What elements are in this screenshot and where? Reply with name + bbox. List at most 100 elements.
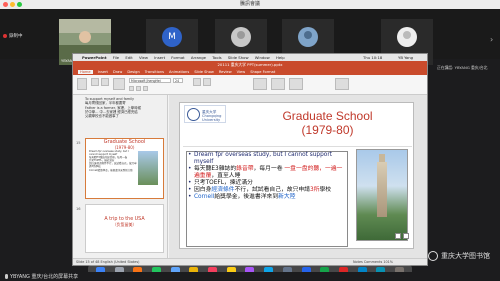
bullet-text: 不行，試試看自己，故只申請 bbox=[234, 187, 310, 193]
underline-button[interactable] bbox=[143, 86, 148, 91]
bullet-highlight: 新大陸 bbox=[278, 194, 296, 200]
menu-item[interactable]: File bbox=[113, 55, 119, 60]
outline-text: To support myself and family 每月寄錢回家，半年都要… bbox=[85, 97, 165, 118]
thumb-photo bbox=[138, 151, 158, 185]
shape-quick-actions bbox=[395, 233, 409, 239]
quick-styles-button[interactable] bbox=[289, 78, 303, 90]
tab-draw[interactable]: Draw bbox=[113, 70, 122, 74]
numbering-button[interactable] bbox=[203, 78, 211, 86]
menu-item[interactable]: Insert bbox=[154, 55, 165, 60]
bullet-item: 每天聽E3雜誌的錄音帶，每月一卷 一盘一盘的聽，一遍一遍重覆，直至人睡 bbox=[187, 166, 347, 180]
slide-title-line-1: Graduate School bbox=[282, 109, 373, 123]
bullet-item: 只考TOEFL，揀近滿分 bbox=[187, 180, 347, 187]
design-ideas-button[interactable] bbox=[335, 78, 349, 90]
thumb-bullet: Cornell給獎學金，後進書洋來到新大陸 bbox=[89, 168, 133, 172]
tab-insert[interactable]: Insert bbox=[98, 70, 108, 74]
menu-item[interactable]: PowerPoint bbox=[82, 55, 107, 60]
share-label: YBYANG 重庆/台北的屏幕共享 bbox=[10, 274, 79, 280]
recording-label: 錄制中 bbox=[9, 34, 23, 39]
font-size-field[interactable]: 24 bbox=[173, 78, 183, 83]
menu-item[interactable]: Format bbox=[171, 55, 184, 60]
minimize-window-button[interactable] bbox=[10, 2, 15, 7]
slide-thumbnail-pane: To support myself and family 每月寄錢回家，半年都要… bbox=[73, 95, 168, 258]
chevron-right-icon[interactable]: › bbox=[490, 35, 493, 44]
italic-button[interactable] bbox=[136, 86, 141, 91]
cut-icon[interactable] bbox=[91, 78, 99, 86]
document-title: 20111 重庆大学 PPT(summer).pptx bbox=[73, 61, 427, 68]
slide-title-line-2: (1979-80) bbox=[301, 123, 354, 137]
university-logo: 重庆大学 Chongqing University bbox=[184, 105, 226, 123]
avatar bbox=[298, 27, 318, 47]
bold-button[interactable] bbox=[129, 86, 134, 91]
bullet-highlight: Cornell bbox=[194, 194, 215, 200]
tab-animations[interactable]: Animations bbox=[169, 70, 189, 74]
menu-item[interactable]: Tools bbox=[212, 55, 221, 60]
menu-item[interactable]: View bbox=[139, 55, 148, 60]
participant-strip: 錄制中 YBYANG 重庆/台北 M Minshan Liu CQU wengu… bbox=[0, 9, 500, 65]
menu-item[interactable]: Arrange bbox=[191, 55, 206, 60]
slide-thumbnail[interactable]: A trip to the USA （负笈留美） bbox=[85, 204, 164, 253]
slide-canvas: 重庆大学 Chongqing University Graduate Schoo… bbox=[169, 95, 427, 258]
microphone-icon bbox=[5, 274, 8, 279]
divider bbox=[183, 146, 412, 147]
slide-number: 16 bbox=[76, 207, 81, 211]
bullet-text: ，每月一卷 bbox=[253, 166, 285, 172]
tab-home[interactable]: Home bbox=[78, 69, 93, 74]
ribbon-toolbar: Microsoft JhengHei 24 bbox=[73, 75, 427, 95]
format-brush-icon[interactable] bbox=[403, 233, 409, 239]
logo-text: 重庆大学 Chongqing University bbox=[202, 110, 221, 122]
copy-icon[interactable] bbox=[101, 78, 109, 86]
menu-item[interactable]: Help bbox=[276, 55, 285, 60]
bullet-text: ，直至人睡 bbox=[211, 173, 241, 179]
status-bar: Slide 15 of 48 English (United States) N… bbox=[73, 258, 427, 265]
shapes-button[interactable] bbox=[253, 78, 267, 90]
tab-design[interactable]: Design bbox=[127, 70, 139, 74]
record-dot-icon bbox=[3, 34, 7, 38]
avatar: M bbox=[162, 27, 182, 47]
recording-indicator[interactable]: 錄制中 bbox=[3, 33, 23, 39]
screen-share-bar: YBYANG 重庆/台北的屏幕共享 bbox=[0, 272, 500, 281]
avatar bbox=[397, 27, 417, 47]
tower-body bbox=[377, 162, 387, 217]
bullet-text: 只考TOEFL，揀近滿分 bbox=[194, 180, 253, 186]
current-slide[interactable]: 重庆大学 Chongqing University Graduate Schoo… bbox=[179, 102, 414, 249]
slide-thumbnail[interactable]: Graduate School (1979-80) Dream fpr over… bbox=[85, 138, 164, 199]
clock-tower-photo[interactable] bbox=[356, 149, 408, 241]
meeting-window: 騰訊會議 錄制中 YBYANG 重庆/台北 M Minshan Liu CQU bbox=[0, 0, 500, 281]
zoom-window-button[interactable] bbox=[17, 2, 22, 7]
thumb-subtitle: （负笈留美） bbox=[112, 222, 137, 227]
library-watermark: 重庆大学图书馆 bbox=[428, 251, 490, 261]
tab-view[interactable]: View bbox=[237, 70, 246, 74]
tab-review[interactable]: Review bbox=[219, 70, 232, 74]
slide-number: 15 bbox=[76, 141, 81, 145]
bullet-item: Dream fpr overseas study, but I cannot s… bbox=[187, 152, 347, 166]
ribbon-tabs: Home Insert Draw Design Transitions Anim… bbox=[73, 68, 427, 75]
layout-options-icon[interactable] bbox=[395, 233, 401, 239]
bullets-button[interactable] bbox=[193, 78, 201, 86]
outline-line: 父親學校也不能做事了 bbox=[85, 114, 119, 119]
bullet-item: 因白身經濟條件不行，試試看自己，故只申請3所學校 bbox=[187, 187, 347, 194]
new-slide-button[interactable] bbox=[113, 78, 125, 90]
slide-title[interactable]: Graduate School (1979-80) bbox=[240, 109, 415, 137]
avatar bbox=[231, 27, 251, 47]
bullet-text: 學校 bbox=[319, 187, 332, 193]
tab-transitions[interactable]: Transitions bbox=[145, 70, 164, 74]
meeting-title: 騰訊會議 bbox=[239, 1, 260, 7]
user-name[interactable]: YB Yang bbox=[398, 54, 413, 61]
menu-item[interactable]: Window bbox=[255, 55, 270, 60]
bullet-text: 給獎學金，後進書洋來到 bbox=[214, 194, 279, 200]
font-name-field[interactable]: Microsoft JhengHei bbox=[129, 78, 171, 83]
slide-body-textbox[interactable]: Dream fpr overseas study, but I cannot s… bbox=[186, 151, 348, 247]
arrange-button[interactable] bbox=[271, 78, 285, 90]
bullet-highlight: 經濟條件 bbox=[211, 187, 235, 193]
mac-menu-bar: PowerPoint File Edit View Insert Format … bbox=[73, 54, 427, 61]
menu-item[interactable]: Edit bbox=[125, 55, 132, 60]
tab-slide-show[interactable]: Slide Show bbox=[194, 70, 214, 74]
menu-item[interactable]: Slide Show bbox=[228, 55, 249, 60]
paste-button[interactable] bbox=[77, 78, 87, 90]
tab-shape-format[interactable]: Shape Format bbox=[250, 70, 275, 74]
bullet-text: Dream fpr overseas study, but I cannot s… bbox=[194, 152, 332, 165]
bullet-highlight: 錄音帶 bbox=[236, 166, 254, 172]
speaking-notice: 正在講話: YBYANG 重庆/台北 bbox=[437, 65, 488, 70]
close-window-button[interactable] bbox=[3, 2, 8, 7]
